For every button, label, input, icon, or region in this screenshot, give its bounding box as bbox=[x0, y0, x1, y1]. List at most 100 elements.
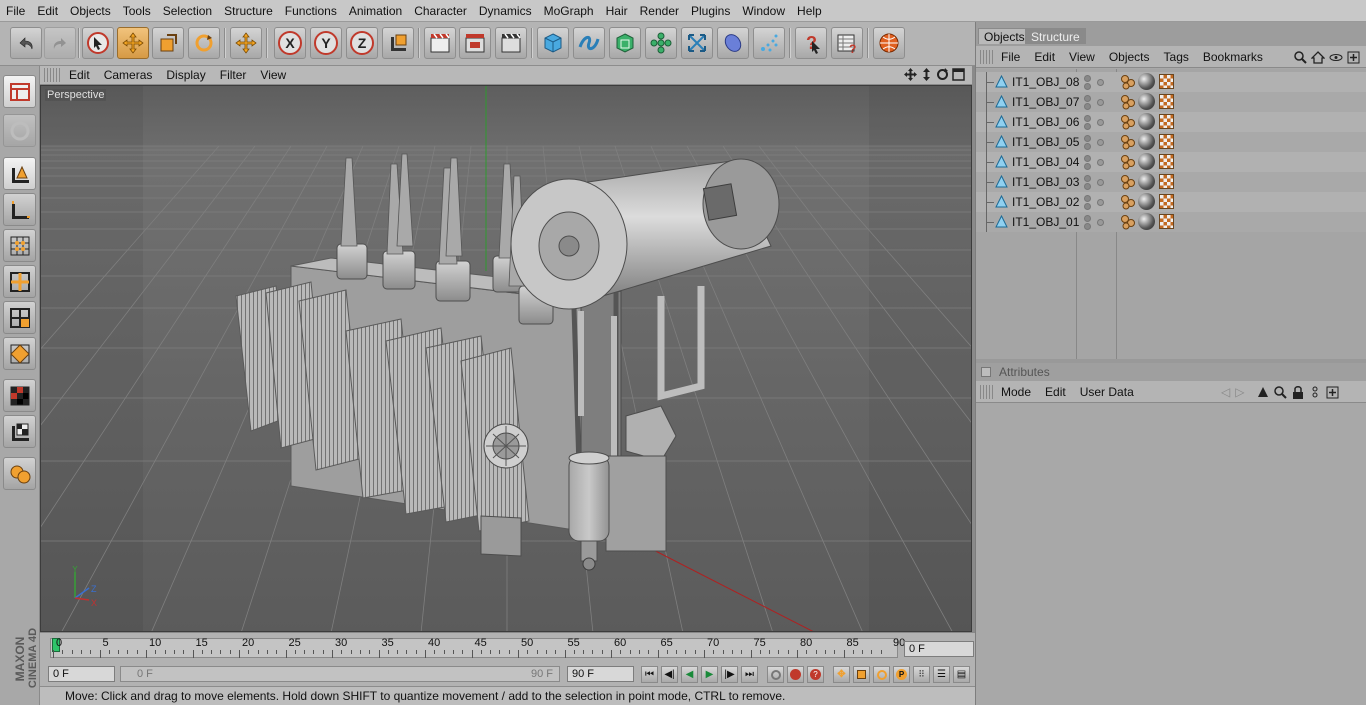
key-position-icon[interactable]: ✥ bbox=[833, 666, 850, 683]
current-frame-field[interactable]: 0 F bbox=[904, 641, 974, 657]
rotate-icon[interactable] bbox=[188, 27, 220, 59]
objects-menu-edit[interactable]: Edit bbox=[1027, 50, 1062, 64]
texture-tag-icon[interactable] bbox=[1159, 194, 1174, 209]
key-scale-icon[interactable] bbox=[853, 666, 870, 683]
subdivision-nurbs-icon[interactable] bbox=[609, 27, 641, 59]
object-name[interactable]: IT1_OBJ_08 bbox=[1012, 75, 1079, 89]
z-axis-lock-icon[interactable]: Z bbox=[346, 27, 378, 59]
texture-tag-icon[interactable] bbox=[1159, 174, 1174, 189]
objects-menu-objects[interactable]: Objects bbox=[1102, 50, 1157, 64]
material-tag-icon[interactable] bbox=[1138, 73, 1155, 90]
editor-visibility-dot[interactable] bbox=[1084, 95, 1091, 102]
settings-icon[interactable] bbox=[1309, 386, 1321, 399]
key-parameter-icon[interactable]: P bbox=[893, 666, 910, 683]
record-keys-icon[interactable] bbox=[767, 666, 784, 683]
attributes-toggle[interactable] bbox=[981, 367, 991, 377]
menu-structure[interactable]: Structure bbox=[218, 4, 279, 18]
eye-icon[interactable] bbox=[1329, 51, 1343, 64]
object-row[interactable]: IT1_OBJ_02 bbox=[976, 192, 1366, 212]
menu-dynamics[interactable]: Dynamics bbox=[473, 4, 538, 18]
editor-visibility-dot[interactable] bbox=[1084, 135, 1091, 142]
attributes-menu-user-data[interactable]: User Data bbox=[1073, 385, 1141, 399]
menu-file[interactable]: File bbox=[0, 4, 31, 18]
menu-render[interactable]: Render bbox=[634, 4, 685, 18]
frame-range-slider[interactable]: 0 F 90 F bbox=[120, 666, 560, 682]
object-row[interactable]: IT1_OBJ_08 bbox=[976, 72, 1366, 92]
zoom-icon[interactable] bbox=[920, 68, 933, 81]
key-pla-icon[interactable]: ⠿ bbox=[913, 666, 930, 683]
dope-sheet-icon[interactable]: ▤ bbox=[953, 666, 970, 683]
y-axis-lock-icon[interactable]: Y bbox=[310, 27, 342, 59]
menu-window[interactable]: Window bbox=[736, 4, 791, 18]
x-axis-lock-icon[interactable]: X bbox=[274, 27, 306, 59]
object-name[interactable]: IT1_OBJ_03 bbox=[1012, 175, 1079, 189]
scene-environment-icon[interactable] bbox=[717, 27, 749, 59]
phong-tag-icon[interactable] bbox=[1120, 154, 1136, 170]
search-icon[interactable] bbox=[1274, 385, 1288, 399]
texture-tag-icon[interactable] bbox=[1159, 94, 1174, 109]
prev-keyframe-icon[interactable]: ◀| bbox=[661, 666, 678, 683]
redo-icon[interactable] bbox=[44, 27, 76, 59]
sculpt-icon[interactable] bbox=[3, 457, 36, 490]
next-keyframe-icon[interactable]: |▶ bbox=[721, 666, 738, 683]
objects-menu-file[interactable]: File bbox=[994, 50, 1027, 64]
editor-visibility-dot[interactable] bbox=[1084, 195, 1091, 202]
editor-visibility-dot[interactable] bbox=[1084, 75, 1091, 82]
material-tag-icon[interactable] bbox=[1138, 173, 1155, 190]
phong-tag-icon[interactable] bbox=[1120, 74, 1136, 90]
render-visibility-dot[interactable] bbox=[1084, 223, 1091, 230]
back-icon[interactable]: ◁ bbox=[1221, 385, 1230, 399]
deformer-icon[interactable] bbox=[681, 27, 713, 59]
menu-selection[interactable]: Selection bbox=[157, 4, 218, 18]
texture-tag-icon[interactable] bbox=[1159, 114, 1174, 129]
render-to-picture-viewer-icon[interactable] bbox=[459, 27, 491, 59]
menu-objects[interactable]: Objects bbox=[64, 4, 117, 18]
object-axis-icon[interactable] bbox=[3, 193, 36, 226]
material-tag-icon[interactable] bbox=[1138, 213, 1155, 230]
texture-tag-icon[interactable] bbox=[1159, 154, 1174, 169]
uv-polygons-icon[interactable] bbox=[3, 337, 36, 370]
render-settings-icon[interactable] bbox=[495, 27, 527, 59]
camera-icon[interactable] bbox=[753, 27, 785, 59]
render-visibility-dot[interactable] bbox=[1084, 123, 1091, 130]
cube-primitive-icon[interactable] bbox=[537, 27, 569, 59]
texture-axis-icon[interactable] bbox=[3, 415, 36, 448]
texture-tag-icon[interactable] bbox=[1159, 74, 1174, 89]
enable-dot[interactable] bbox=[1097, 139, 1104, 146]
polygons-mode-icon[interactable] bbox=[3, 301, 36, 334]
make-editable-icon[interactable] bbox=[3, 114, 36, 147]
viewport-menu-display[interactable]: Display bbox=[159, 68, 212, 82]
editor-visibility-dot[interactable] bbox=[1084, 215, 1091, 222]
keyframe-selection-icon[interactable]: ? bbox=[807, 666, 824, 683]
object-row[interactable]: IT1_OBJ_01 bbox=[976, 212, 1366, 232]
viewport-menu-filter[interactable]: Filter bbox=[213, 68, 254, 82]
texture-tag-icon[interactable] bbox=[1159, 214, 1174, 229]
search-icon[interactable] bbox=[1294, 50, 1307, 64]
menu-functions[interactable]: Functions bbox=[279, 4, 343, 18]
object-row[interactable]: IT1_OBJ_07 bbox=[976, 92, 1366, 112]
render-visibility-dot[interactable] bbox=[1084, 203, 1091, 210]
phong-tag-icon[interactable] bbox=[1120, 194, 1136, 210]
viewport-menu-edit[interactable]: Edit bbox=[62, 68, 97, 82]
orbit-icon[interactable] bbox=[936, 68, 949, 81]
spline-pen-icon[interactable] bbox=[573, 27, 605, 59]
enable-dot[interactable] bbox=[1097, 219, 1104, 226]
render-visibility-dot[interactable] bbox=[1084, 143, 1091, 150]
pan-icon[interactable] bbox=[904, 68, 917, 81]
object-row[interactable]: IT1_OBJ_05 bbox=[976, 132, 1366, 152]
autokey-icon[interactable] bbox=[787, 666, 804, 683]
lock-icon[interactable] bbox=[1292, 385, 1304, 399]
tab-structure[interactable]: Structure bbox=[1025, 28, 1086, 44]
help-icon[interactable]: ? bbox=[795, 27, 827, 59]
objects-menu-tags[interactable]: Tags bbox=[1157, 50, 1196, 64]
forward-icon[interactable]: ▷ bbox=[1235, 385, 1244, 399]
go-to-end-icon[interactable]: ⏭ bbox=[741, 666, 758, 683]
viewport-menu-cameras[interactable]: Cameras bbox=[97, 68, 160, 82]
material-tag-icon[interactable] bbox=[1138, 93, 1155, 110]
scale-icon[interactable] bbox=[152, 27, 184, 59]
object-name[interactable]: IT1_OBJ_04 bbox=[1012, 155, 1079, 169]
texture-tag-icon[interactable] bbox=[1159, 134, 1174, 149]
viewport-menu-view[interactable]: View bbox=[253, 68, 293, 82]
new-window-icon[interactable] bbox=[1326, 386, 1339, 399]
menu-character[interactable]: Character bbox=[408, 4, 473, 18]
